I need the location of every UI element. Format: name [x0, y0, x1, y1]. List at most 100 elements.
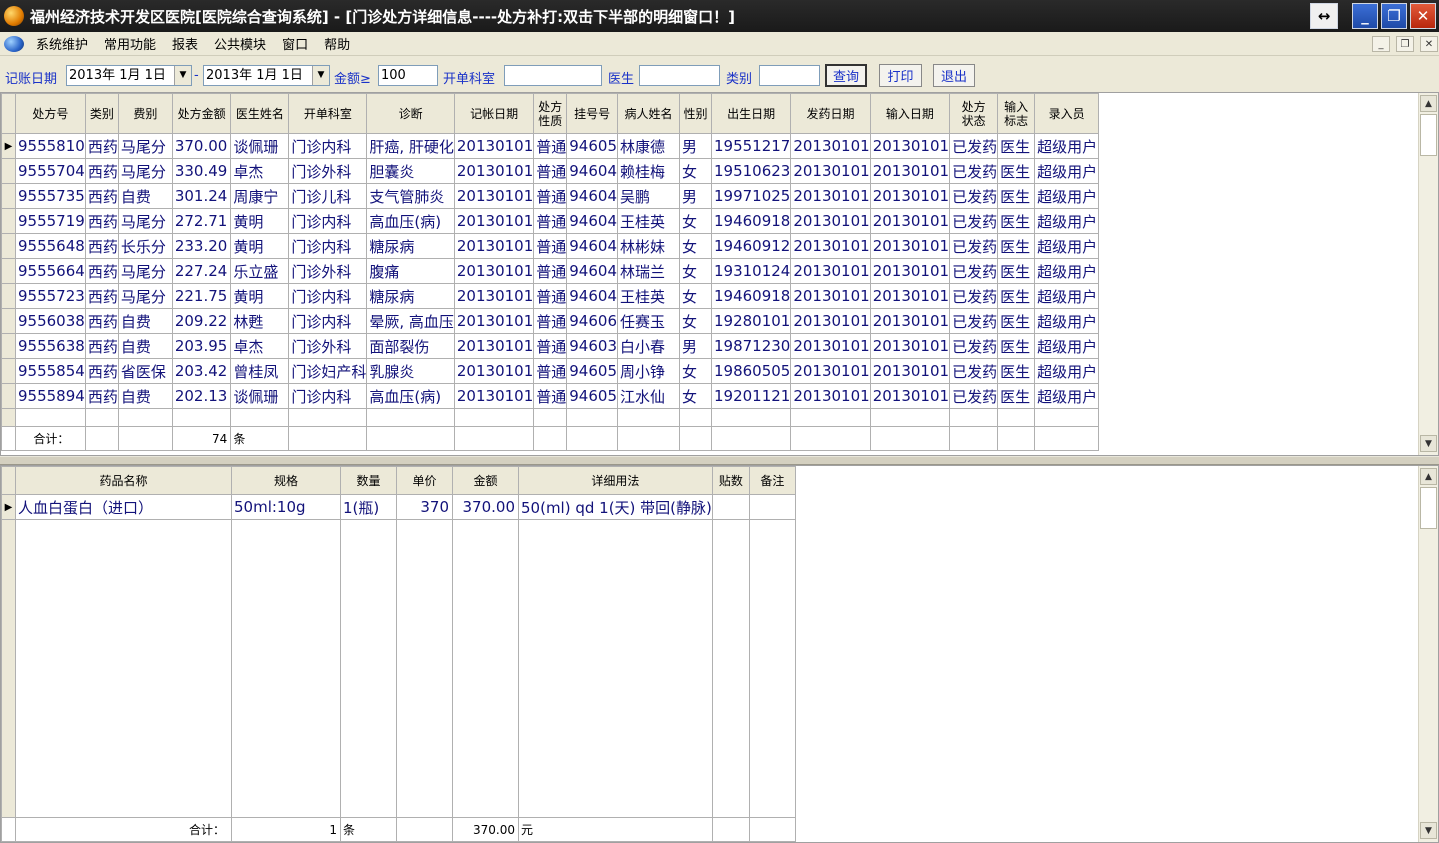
- table-cell[interactable]: 94604: [566, 158, 618, 184]
- table-cell[interactable]: 医生: [997, 258, 1036, 284]
- table-cell[interactable]: 20130101: [869, 233, 951, 259]
- row-indicator[interactable]: [1, 258, 16, 284]
- table-cell[interactable]: 19201121: [710, 383, 792, 409]
- column-header[interactable]: 医生姓名: [230, 93, 290, 134]
- table-cell[interactable]: 已发药: [949, 133, 999, 159]
- table-cell[interactable]: 自费: [117, 183, 173, 209]
- table-cell[interactable]: 20130101: [869, 258, 951, 284]
- column-header[interactable]: 输入 标志: [997, 93, 1036, 134]
- row-indicator[interactable]: [1, 333, 16, 359]
- table-cell[interactable]: 19460912: [710, 233, 792, 259]
- table-cell[interactable]: 20130101: [869, 383, 951, 409]
- exit-button[interactable]: 退出: [933, 64, 975, 87]
- table-cell[interactable]: 西药: [84, 233, 119, 259]
- table-cell[interactable]: 普通: [533, 208, 568, 234]
- row-indicator[interactable]: [1, 233, 16, 259]
- row-indicator[interactable]: ▶: [1, 494, 16, 520]
- table-cell[interactable]: 20130101: [790, 233, 871, 259]
- table-row[interactable]: 9555735 西药 自费 301.24 周康宁 门诊儿科 支气管肺炎 20130101 普通 9…: [1, 183, 1100, 209]
- table-cell[interactable]: 20130101: [869, 283, 951, 309]
- table-cell[interactable]: 西药: [84, 308, 119, 334]
- scroll-up-icon[interactable]: ▲: [1420, 95, 1437, 112]
- table-cell[interactable]: 19280101: [710, 308, 792, 334]
- child-restore-button[interactable]: ❐: [1396, 36, 1414, 52]
- column-header[interactable]: 录入员: [1034, 93, 1100, 134]
- table-cell[interactable]: 门诊内科: [288, 283, 368, 309]
- column-header[interactable]: 处方 性质: [533, 93, 568, 134]
- table-cell[interactable]: [748, 494, 796, 520]
- table-cell[interactable]: 19871230: [710, 333, 792, 359]
- table-cell[interactable]: 门诊内科: [288, 133, 368, 159]
- table-cell[interactable]: 20130101: [869, 333, 951, 359]
- table-cell[interactable]: 已发药: [949, 158, 999, 184]
- table-cell[interactable]: 330.49: [171, 158, 232, 184]
- table-cell[interactable]: 9555704: [15, 158, 86, 184]
- table-cell[interactable]: 腹痛: [366, 258, 455, 284]
- table-cell[interactable]: 已发药: [949, 308, 999, 334]
- table-cell[interactable]: 糖尿病: [366, 283, 455, 309]
- table-cell[interactable]: 医生: [997, 358, 1036, 384]
- table-cell[interactable]: 超级用户: [1034, 358, 1100, 384]
- print-button[interactable]: 打印: [879, 64, 922, 87]
- row-indicator[interactable]: ▶: [1, 133, 16, 159]
- chevron-down-icon[interactable]: ▼: [174, 66, 191, 85]
- column-header[interactable]: 发药日期: [790, 93, 871, 134]
- table-cell[interactable]: 西药: [84, 208, 119, 234]
- table-cell[interactable]: 门诊内科: [288, 308, 368, 334]
- table-cell[interactable]: 20130101: [790, 133, 871, 159]
- table-cell[interactable]: 女: [678, 208, 712, 234]
- table-cell[interactable]: 西药: [84, 383, 119, 409]
- table-cell[interactable]: 医生: [997, 308, 1036, 334]
- table-cell[interactable]: 西药: [84, 183, 119, 209]
- table-cell[interactable]: 370.00: [171, 133, 232, 159]
- table-cell[interactable]: 普通: [533, 158, 568, 184]
- table-cell[interactable]: 门诊内科: [288, 383, 368, 409]
- table-cell[interactable]: 9555735: [15, 183, 86, 209]
- table-cell[interactable]: 20130101: [790, 258, 871, 284]
- menu-public[interactable]: 公共模块: [210, 34, 270, 53]
- child-minimize-button[interactable]: _: [1372, 36, 1390, 52]
- table-cell[interactable]: 普通: [533, 383, 568, 409]
- table-row[interactable]: 9555704 西药 马尾分 330.49 卓杰 门诊外科 胆囊炎 20130101 普通 946…: [1, 158, 1100, 184]
- table-cell[interactable]: 20130101: [869, 133, 951, 159]
- scroll-thumb[interactable]: [1420, 487, 1437, 529]
- table-cell[interactable]: 西药: [84, 283, 119, 309]
- table-cell[interactable]: 男: [678, 183, 712, 209]
- column-header[interactable]: 详细用法: [518, 466, 713, 495]
- table-cell[interactable]: 医生: [997, 208, 1036, 234]
- scroll-up-icon[interactable]: ▲: [1420, 468, 1437, 485]
- column-header[interactable]: 费别: [117, 93, 173, 134]
- column-header[interactable]: 输入日期: [869, 93, 951, 134]
- table-cell[interactable]: 9555719: [15, 208, 86, 234]
- table-cell[interactable]: 卓杰: [230, 333, 290, 359]
- table-cell[interactable]: 20130101: [453, 158, 535, 184]
- table-cell[interactable]: 20130101: [790, 158, 871, 184]
- table-cell[interactable]: 已发药: [949, 258, 999, 284]
- table-cell[interactable]: 男: [678, 333, 712, 359]
- table-cell[interactable]: 20130101: [453, 333, 535, 359]
- table-cell[interactable]: 301.24: [171, 183, 232, 209]
- table-cell[interactable]: 20130101: [869, 308, 951, 334]
- detail-scrollbar[interactable]: ▲ ▼: [1418, 466, 1438, 842]
- table-cell[interactable]: 面部裂伤: [366, 333, 455, 359]
- table-row[interactable]: 9555723 西药 马尾分 221.75 黄明 门诊内科 糖尿病 20130101 普通 946…: [1, 283, 1100, 309]
- table-cell[interactable]: 普通: [533, 183, 568, 209]
- table-cell[interactable]: 94605: [566, 358, 618, 384]
- table-cell[interactable]: 9555894: [15, 383, 86, 409]
- table-cell[interactable]: 超级用户: [1034, 258, 1100, 284]
- table-cell[interactable]: 马尾分: [117, 283, 173, 309]
- table-cell[interactable]: 209.22: [171, 308, 232, 334]
- table-row[interactable]: 9555648 西药 长乐分 233.20 黄明 门诊内科 糖尿病 20130101 普通 946…: [1, 233, 1100, 259]
- table-cell[interactable]: 黄明: [230, 208, 290, 234]
- table-cell[interactable]: 19510623: [710, 158, 792, 184]
- table-cell[interactable]: 普通: [533, 133, 568, 159]
- table-cell[interactable]: 94605: [566, 133, 618, 159]
- table-cell[interactable]: 糖尿病: [366, 233, 455, 259]
- table-cell[interactable]: 94606: [566, 308, 618, 334]
- row-indicator[interactable]: [1, 208, 16, 234]
- table-cell[interactable]: 西药: [84, 258, 119, 284]
- table-cell[interactable]: 胆囊炎: [366, 158, 455, 184]
- table-cell[interactable]: 9556038: [15, 308, 86, 334]
- table-cell[interactable]: 20130101: [453, 183, 535, 209]
- table-cell[interactable]: 医生: [997, 383, 1036, 409]
